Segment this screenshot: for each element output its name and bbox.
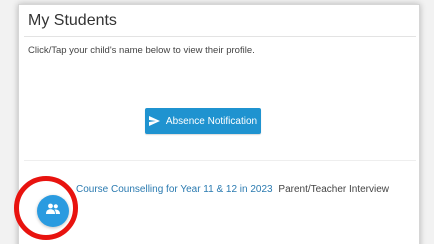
send-icon: [148, 116, 160, 126]
event-link[interactable]: Course Counselling for Year 11 & 12 in 2…: [76, 184, 273, 195]
page-title: My Students: [28, 12, 117, 29]
section-divider: [24, 160, 416, 161]
people-icon: [45, 202, 61, 220]
title-divider: [24, 36, 416, 37]
students-fab-button[interactable]: [37, 195, 69, 227]
event-type-label: Parent/Teacher Interview: [278, 184, 390, 195]
absence-notification-label: Absence Notification: [165, 115, 258, 127]
event-item: Course Counselling for Year 11 & 12 in 2…: [76, 184, 389, 195]
instructions-text: Click/Tap your child's name below to vie…: [28, 45, 255, 56]
absence-notification-button[interactable]: Absence Notification: [145, 108, 261, 134]
